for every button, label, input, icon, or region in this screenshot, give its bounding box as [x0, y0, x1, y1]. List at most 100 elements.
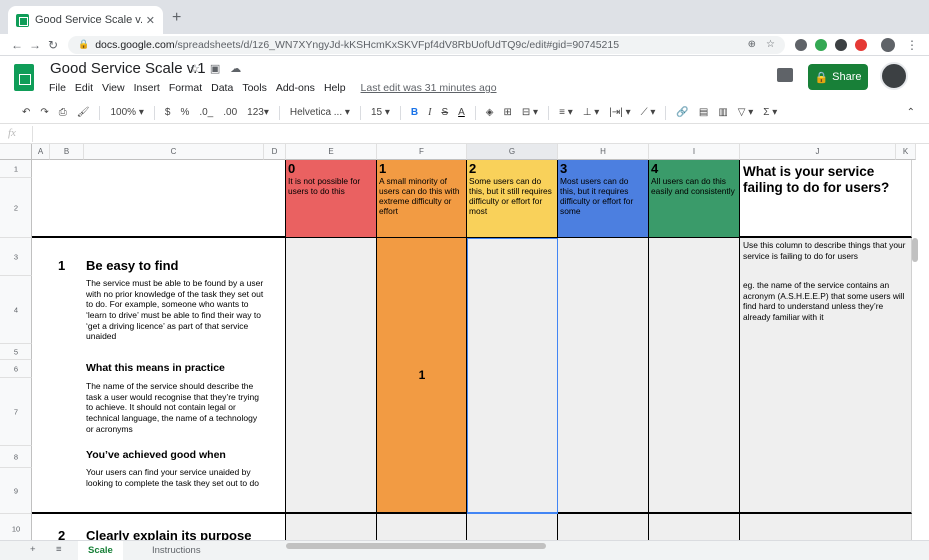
score-2-cell[interactable]	[467, 514, 558, 540]
criterion-2-cell[interactable]: 2 Clearly explain its purpose	[32, 514, 286, 540]
browser-menu-icon[interactable]: ⋮	[903, 38, 921, 52]
score-4-cell[interactable]	[649, 514, 740, 540]
score-3-cell[interactable]	[558, 514, 649, 540]
row-header-4[interactable]: 4	[0, 276, 32, 344]
move-folder-icon[interactable]: ▣	[210, 62, 220, 75]
star-icon[interactable]: ☆	[190, 62, 200, 75]
increase-decimal-button[interactable]: .00	[223, 107, 237, 118]
borders-icon[interactable]: ⊞	[504, 107, 512, 118]
column-header-i[interactable]: I	[649, 144, 740, 160]
font-select[interactable]: Helvetica ... ▾	[290, 107, 350, 118]
menu-file[interactable]: File	[49, 82, 66, 94]
document-title[interactable]: Good Service Scale v.1	[50, 60, 206, 77]
menu-view[interactable]: View	[102, 82, 125, 94]
extension-icon[interactable]	[835, 38, 847, 51]
italic-button[interactable]: I	[428, 107, 431, 118]
column-header-e[interactable]: E	[286, 144, 377, 160]
spreadsheet-grid[interactable]: A B C D E F G H I J K 1 2 3 4 5 6 7 8 9 …	[0, 144, 929, 540]
row-header-5[interactable]: 5	[0, 344, 32, 360]
all-sheets-icon[interactable]: ≡	[56, 544, 62, 555]
font-size-select[interactable]: 15 ▾	[371, 107, 390, 118]
text-rotation-icon[interactable]: ⟋ ▾	[641, 107, 656, 118]
extension-icon[interactable]	[815, 38, 827, 51]
zoom-select[interactable]: 100% ▾	[110, 107, 143, 118]
sheet-tab-scale[interactable]: Scale	[78, 541, 123, 560]
functions-icon[interactable]: Σ ▾	[763, 107, 777, 118]
horizontal-align-icon[interactable]: ≡ ▾	[559, 107, 573, 118]
row-header-1[interactable]: 1	[0, 160, 32, 178]
fill-color-icon[interactable]: ◈	[486, 107, 494, 118]
comments-icon[interactable]	[777, 68, 793, 82]
percent-format-button[interactable]: %	[180, 107, 189, 118]
column-header-h[interactable]: H	[558, 144, 649, 160]
sheet-tab-instructions[interactable]: Instructions	[142, 541, 211, 560]
bookmark-star-icon[interactable]: ☆	[766, 39, 775, 50]
row-header-6[interactable]: 6	[0, 360, 32, 378]
menu-addons[interactable]: Add-ons	[276, 82, 315, 94]
select-all-corner[interactable]	[0, 144, 32, 160]
collapse-toolbar-icon[interactable]: ⌃	[907, 107, 915, 118]
print-icon[interactable]: ⎙	[59, 107, 67, 118]
share-button[interactable]: 🔒 Share	[808, 64, 868, 90]
notes-cell[interactable]	[740, 514, 912, 540]
vertical-scrollbar[interactable]	[912, 238, 918, 262]
user-avatar[interactable]	[880, 62, 908, 90]
text-wrap-icon[interactable]: |⇥| ▾	[609, 107, 630, 118]
filter-icon[interactable]: ▽ ▾	[738, 107, 754, 118]
back-icon[interactable]: ←	[8, 38, 26, 52]
more-formats-button[interactable]: 123▾	[247, 107, 269, 118]
column-header-b[interactable]: B	[50, 144, 84, 160]
menu-insert[interactable]: Insert	[134, 82, 160, 94]
menu-help[interactable]: Help	[324, 82, 346, 94]
score-1-cell[interactable]	[377, 514, 467, 540]
last-edit-link[interactable]: Last edit was 31 minutes ago	[361, 82, 497, 94]
horizontal-scrollbar[interactable]	[286, 543, 546, 549]
extension-icon[interactable]	[855, 38, 867, 51]
forward-icon[interactable]: →	[26, 38, 44, 52]
extension-icon[interactable]	[795, 38, 807, 51]
menu-edit[interactable]: Edit	[75, 82, 93, 94]
column-header-d[interactable]: D	[264, 144, 286, 160]
notes-cell[interactable]: Use this column to describe things that …	[740, 238, 912, 514]
browser-profile-avatar[interactable]	[881, 37, 895, 52]
paint-format-icon[interactable]: 🖌	[77, 107, 90, 118]
column-header-k[interactable]: K	[896, 144, 916, 160]
text-color-button[interactable]: A	[458, 107, 465, 118]
scale-4-header[interactable]: 4 All users can do this easily and consis…	[649, 160, 740, 238]
insert-link-icon[interactable]: 🔗	[676, 107, 688, 118]
decrease-decimal-button[interactable]: .0_	[199, 107, 213, 118]
insert-comment-icon[interactable]: ▤	[699, 107, 708, 118]
score-3-cell[interactable]	[558, 238, 649, 514]
browser-tab[interactable]: Good Service Scale v.1 - Goog ✕	[8, 6, 163, 34]
score-4-cell[interactable]	[649, 238, 740, 514]
menu-tools[interactable]: Tools	[242, 82, 267, 94]
currency-format-button[interactable]: $	[165, 107, 171, 118]
close-tab-icon[interactable]: ✕	[146, 14, 155, 27]
add-sheet-icon[interactable]: +	[30, 544, 36, 555]
row-header-7[interactable]: 7	[0, 378, 32, 446]
url-input[interactable]: 🔒 docs.google.com /spreadsheets/d/1z6_WN…	[68, 35, 785, 54]
row-header-8[interactable]: 8	[0, 446, 32, 468]
new-tab-icon[interactable]: +	[172, 9, 181, 27]
score-0-cell[interactable]	[286, 514, 377, 540]
column-header-c[interactable]: C	[84, 144, 264, 160]
merge-cells-icon[interactable]: ⊟ ▾	[522, 107, 538, 118]
column-header-a[interactable]: A	[32, 144, 50, 160]
insert-chart-icon[interactable]: ▥	[718, 107, 727, 118]
scale-0-header[interactable]: 0 It is not possible for users to do this	[286, 160, 377, 238]
row-header-10[interactable]: 10	[0, 514, 32, 540]
scale-2-header[interactable]: 2 Some users can do this, but it still re…	[467, 160, 558, 238]
criterion-1-cell[interactable]: 1 Be easy to find The service must be ab…	[32, 238, 286, 514]
undo-icon[interactable]: ↶	[22, 107, 30, 118]
menu-format[interactable]: Format	[169, 82, 202, 94]
score-1-cell[interactable]: 1	[377, 238, 467, 514]
zoom-icon[interactable]: ⊕	[748, 39, 756, 50]
vertical-align-icon[interactable]: ⊥ ▾	[583, 107, 600, 118]
row-header-9[interactable]: 9	[0, 468, 32, 514]
sheets-logo-icon[interactable]	[14, 64, 34, 91]
menu-data[interactable]: Data	[211, 82, 233, 94]
reload-icon[interactable]: ↻	[44, 38, 62, 52]
bold-button[interactable]: B	[411, 107, 418, 118]
strikethrough-button[interactable]: S	[441, 107, 448, 118]
failing-header[interactable]: What is your service failing to do for u…	[740, 160, 912, 238]
